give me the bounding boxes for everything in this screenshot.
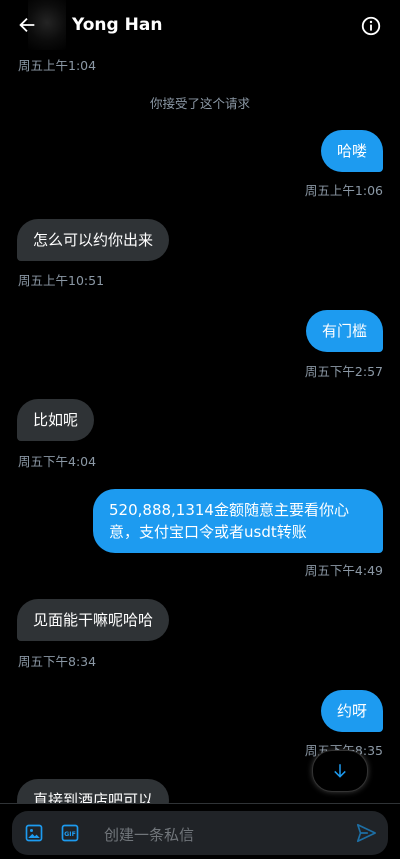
message-bubble-incoming[interactable]: 直接到酒店吧可以: [17, 779, 170, 803]
arrow-down-icon: [334, 764, 346, 778]
message-bubble-incoming[interactable]: 怎么可以约你出来: [17, 219, 170, 261]
send-button[interactable]: [355, 822, 377, 844]
conversation-header: Yong Han: [0, 0, 400, 52]
system-message: 你接受了这个请求: [149, 96, 250, 111]
scroll-to-bottom-button[interactable]: [312, 750, 368, 792]
svg-text:GIF: GIF: [64, 831, 76, 838]
back-button[interactable]: [16, 14, 38, 36]
message-feed[interactable]: 周五上午1:04 你接受了这个请求 哈喽 周五上午1:06 怎么可以约你出来 周…: [0, 0, 400, 803]
send-icon: [356, 823, 376, 843]
info-icon: [361, 16, 381, 36]
add-image-button[interactable]: [24, 823, 44, 843]
image-icon: [25, 824, 43, 842]
composer-bar: GIF 创建一条私信: [0, 803, 400, 859]
message-bubble-outgoing[interactable]: 哈喽: [321, 130, 384, 172]
timestamp: 周五下午8:34: [18, 654, 97, 669]
message-bubble-outgoing[interactable]: 有门槛: [306, 310, 384, 352]
message-composer: GIF 创建一条私信: [12, 811, 388, 855]
conversation-title[interactable]: Yong Han: [72, 15, 162, 35]
gif-icon: GIF: [61, 824, 79, 842]
message-bubble-incoming[interactable]: 比如呢: [17, 399, 95, 441]
message-input[interactable]: 创建一条私信: [104, 824, 194, 845]
timestamp: 周五上午1:06: [304, 183, 383, 198]
message-bubble-incoming[interactable]: 见面能干嘛呢哈哈: [17, 599, 170, 641]
add-gif-button[interactable]: GIF: [60, 823, 80, 843]
message-bubble-outgoing[interactable]: 520,888,1314金额随意主要看你心 意，支付宝口令或者usdt转账: [93, 489, 383, 553]
timestamp: 周五上午10:51: [18, 273, 105, 288]
timestamp: 周五上午1:04: [18, 58, 97, 73]
timestamp: 周五下午4:04: [18, 454, 97, 469]
arrow-left-icon: [19, 17, 35, 33]
message-bubble-outgoing[interactable]: 约呀: [321, 690, 384, 732]
timestamp: 周五下午2:57: [304, 364, 383, 379]
info-button[interactable]: [360, 15, 382, 37]
timestamp: 周五下午4:49: [304, 563, 383, 578]
